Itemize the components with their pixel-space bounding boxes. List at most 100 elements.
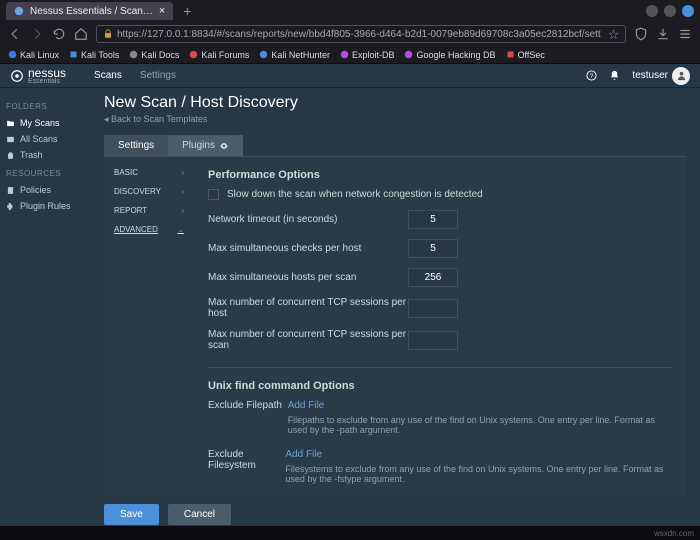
window-max-icon[interactable] [664, 5, 676, 17]
forward-icon[interactable] [30, 27, 44, 41]
avatar [672, 67, 690, 85]
home-icon[interactable] [74, 27, 88, 41]
bookmark-nethunter[interactable]: Kali NetHunter [259, 50, 330, 60]
window-min-icon[interactable] [646, 5, 658, 17]
lock-icon [103, 29, 113, 39]
save-button[interactable]: Save [104, 504, 159, 525]
chevron-right-icon: › [181, 168, 184, 177]
cat-report[interactable]: REPORT› [104, 201, 194, 220]
maxchecks-input[interactable] [408, 239, 458, 258]
bookmark-offsec[interactable]: OffSec [506, 50, 545, 60]
kali-icon [8, 50, 17, 59]
nessus-nav: Scans Settings [94, 70, 176, 81]
nav-settings[interactable]: Settings [140, 70, 176, 81]
perf-heading: Performance Options [208, 169, 672, 181]
bookmark-ghdb[interactable]: Google Hacking DB [404, 50, 495, 60]
scans-icon [6, 135, 15, 144]
tcpscan-label: Max number of concurrent TCP sessions pe… [208, 329, 408, 351]
nav-scans[interactable]: Scans [94, 70, 122, 81]
url-text: https://127.0.0.1:8834/#/scans/reports/n… [117, 29, 601, 40]
tab-plugins[interactable]: Plugins [168, 135, 243, 156]
tab-title: Nessus Essentials / Scan… [30, 6, 153, 17]
tab-settings[interactable]: Settings [104, 135, 168, 156]
window-controls [646, 5, 694, 17]
person-icon [676, 70, 687, 81]
exclude-filesystem-add[interactable]: Add File [285, 449, 322, 460]
eye-icon [219, 141, 229, 151]
close-tab-icon[interactable]: × [159, 5, 165, 17]
bookmark-star-icon[interactable] [608, 29, 619, 40]
exclude-filepath-label: Exclude Filepath [208, 400, 288, 411]
nethunter-icon [259, 50, 268, 59]
browser-tabbar: Nessus Essentials / Scan… × + [0, 0, 700, 22]
back-link[interactable]: Back to Scan Templates [104, 114, 686, 125]
user-menu[interactable]: testuser [632, 67, 690, 85]
bookmarks-bar: Kali Linux Kali Tools Kali Docs Kali For… [0, 46, 700, 64]
timeout-input[interactable] [408, 210, 458, 229]
maxhosts-label: Max simultaneous hosts per scan [208, 272, 408, 283]
offsec-icon [506, 50, 515, 59]
bell-icon[interactable] [609, 70, 620, 81]
slowdown-checkbox[interactable] [208, 189, 219, 200]
scan-tabs: Settings Plugins [104, 135, 686, 156]
shield-icon[interactable] [634, 27, 648, 41]
settings-categories: BASIC› DISCOVERY› REPORT› ADVANCED⌄ [104, 157, 194, 496]
cancel-button[interactable]: Cancel [168, 504, 231, 525]
tools-icon [69, 50, 78, 59]
action-bar: Save Cancel [104, 496, 686, 526]
sidebar: FOLDERS My Scans All Scans Trash RESOURC… [0, 88, 90, 526]
tcphost-input[interactable] [408, 299, 458, 318]
bookmark-kali-linux[interactable]: Kali Linux [8, 50, 59, 60]
browser-tab[interactable]: Nessus Essentials / Scan… × [6, 2, 173, 20]
nessus-logo-icon [10, 69, 24, 83]
sidebar-item-trash[interactable]: Trash [6, 147, 84, 163]
help-icon[interactable]: ? [586, 70, 597, 81]
tcpscan-input[interactable] [408, 331, 458, 350]
forums-icon [189, 50, 198, 59]
exclude-filesystem-label: Exclude Filesystem [208, 449, 285, 471]
bookmark-exploit-db[interactable]: Exploit-DB [340, 50, 395, 60]
plugin-icon [6, 202, 15, 211]
slowdown-label: Slow down the scan when network congesti… [227, 189, 483, 200]
sidebar-header-folders: FOLDERS [6, 102, 84, 111]
cat-basic[interactable]: BASIC› [104, 163, 194, 182]
chevron-right-icon: › [181, 187, 184, 196]
svg-text:?: ? [590, 73, 594, 80]
cat-advanced[interactable]: ADVANCED⌄ [104, 220, 194, 239]
tcphost-label: Max number of concurrent TCP sessions pe… [208, 297, 408, 319]
trash-icon [6, 151, 15, 160]
bookmark-kali-forums[interactable]: Kali Forums [189, 50, 249, 60]
bookmark-kali-tools[interactable]: Kali Tools [69, 50, 119, 60]
nessus-header: nessus Essentials Scans Settings ? testu… [0, 64, 700, 88]
back-icon[interactable] [8, 27, 22, 41]
bookmark-kali-docs[interactable]: Kali Docs [129, 50, 179, 60]
nessus-logo[interactable]: nessus Essentials [10, 66, 66, 85]
folder-icon [6, 119, 15, 128]
maxchecks-label: Max simultaneous checks per host [208, 243, 408, 254]
sidebar-item-my-scans[interactable]: My Scans [6, 115, 84, 131]
chevron-right-icon: › [181, 206, 184, 215]
menu-icon[interactable] [678, 27, 692, 41]
sidebar-header-resources: RESOURCES [6, 169, 84, 178]
new-tab-button[interactable]: + [183, 3, 191, 19]
url-input[interactable]: https://127.0.0.1:8834/#/scans/reports/n… [96, 25, 626, 43]
ghdb-icon [404, 50, 413, 59]
settings-panel: BASIC› DISCOVERY› REPORT› ADVANCED⌄ Perf… [104, 156, 686, 496]
sidebar-item-all-scans[interactable]: All Scans [6, 131, 84, 147]
cat-discovery[interactable]: DISCOVERY› [104, 182, 194, 201]
exclude-filepath-add[interactable]: Add File [288, 400, 325, 411]
policies-icon [6, 186, 15, 195]
page-title: New Scan / Host Discovery [104, 94, 686, 112]
sidebar-item-policies[interactable]: Policies [6, 182, 84, 198]
window-close-icon[interactable] [682, 5, 694, 17]
maxhosts-input[interactable] [408, 268, 458, 287]
download-icon[interactable] [656, 27, 670, 41]
timeout-label: Network timeout (in seconds) [208, 214, 408, 225]
refresh-icon[interactable] [52, 27, 66, 41]
sidebar-item-plugin-rules[interactable]: Plugin Rules [6, 198, 84, 214]
exploitdb-icon [340, 50, 349, 59]
exclude-filepath-desc: Filepaths to exclude from any use of the… [288, 415, 672, 435]
browser-addressbar: https://127.0.0.1:8834/#/scans/reports/n… [0, 22, 700, 46]
unix-heading: Unix find command Options [208, 380, 672, 392]
exclude-filesystem-desc: Filesystems to exclude from any use of t… [285, 464, 672, 484]
